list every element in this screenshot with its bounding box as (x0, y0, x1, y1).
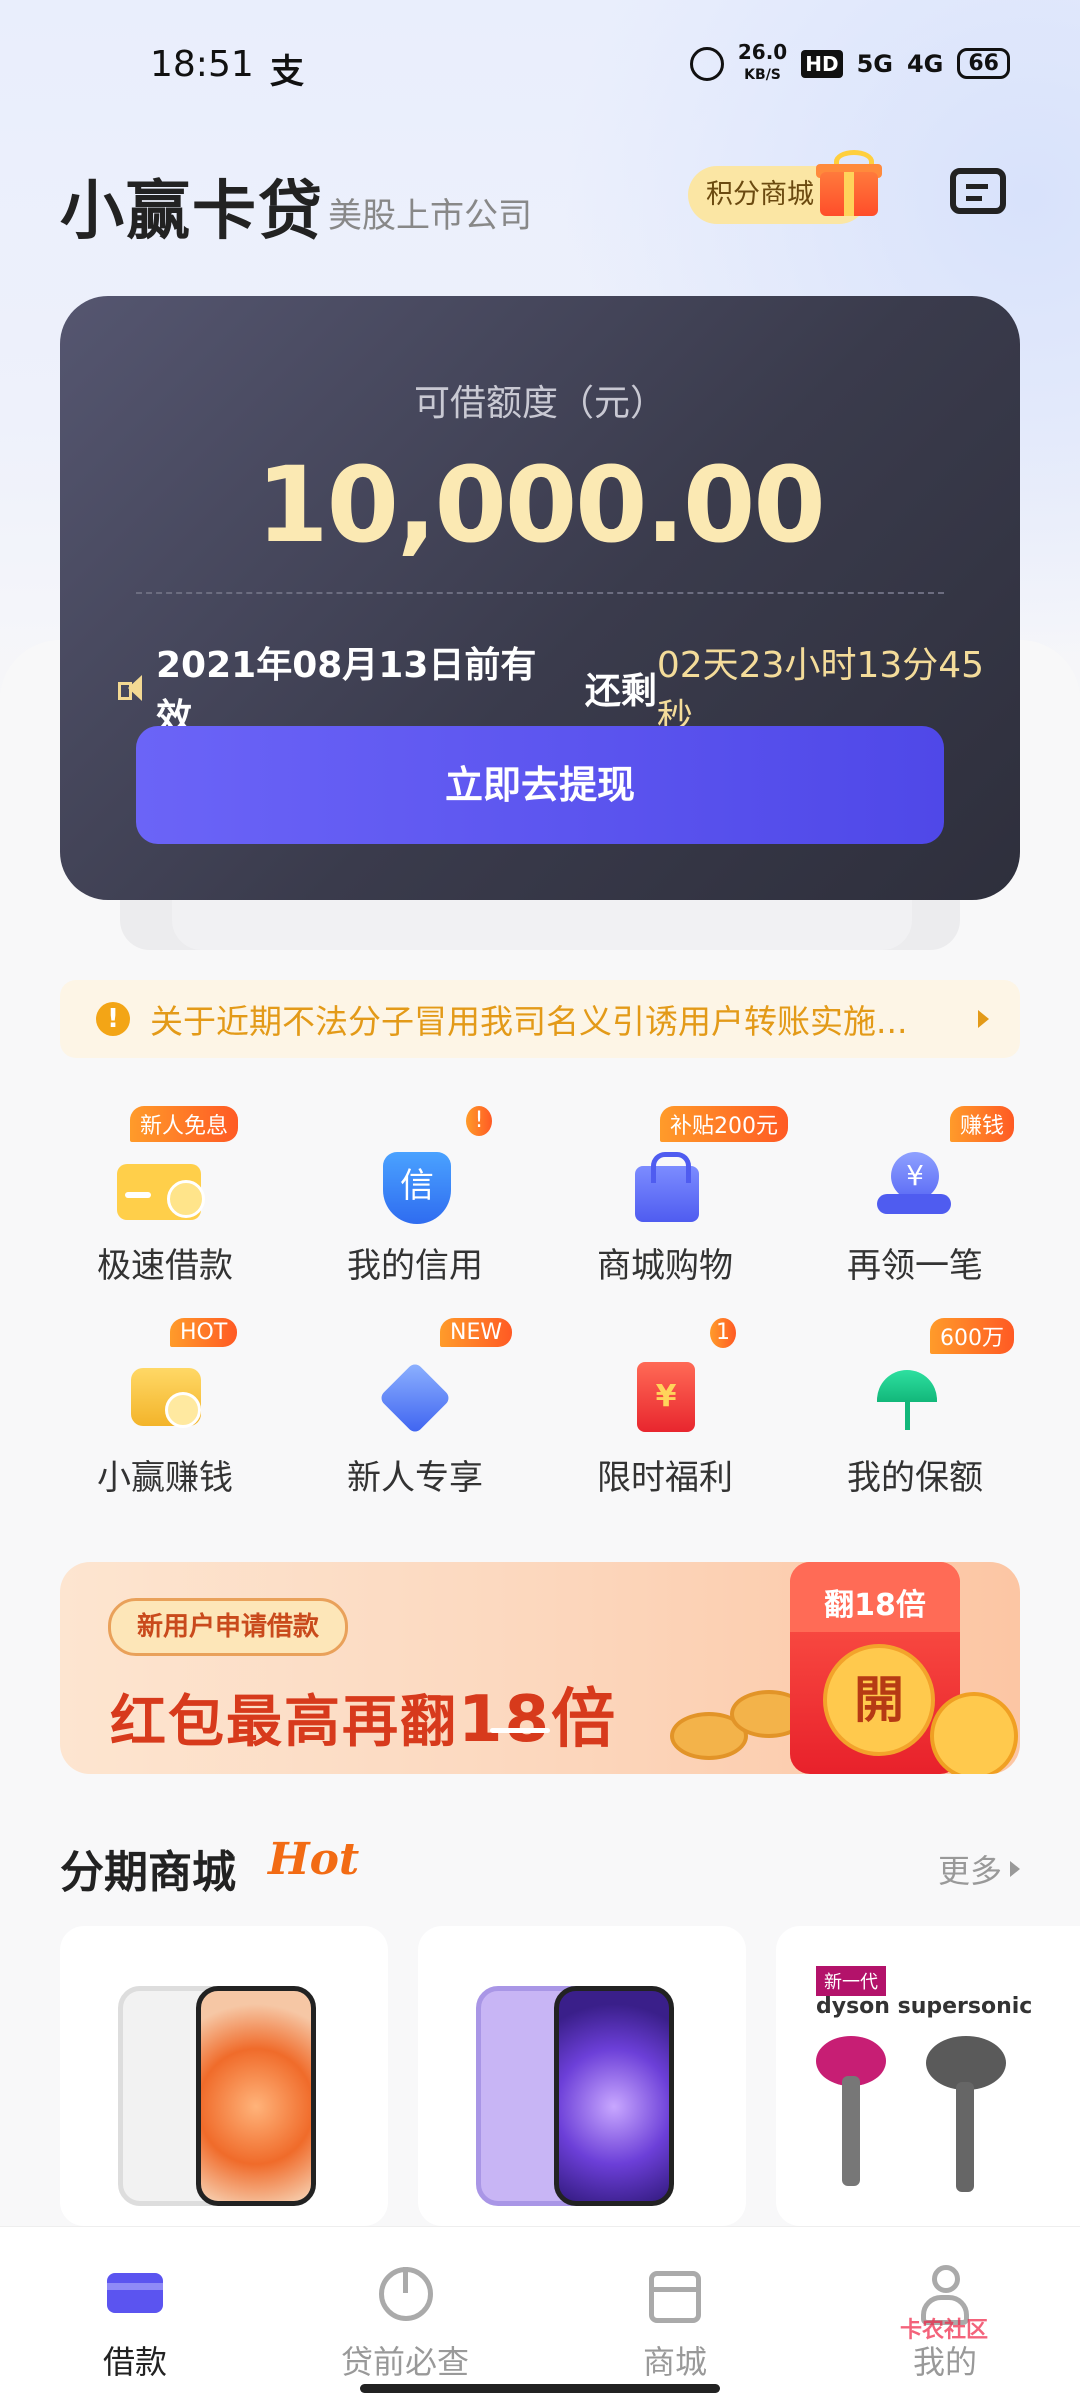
badge-new-free: 新人免息 (130, 1106, 239, 1142)
app-title: 小赢卡贷 (60, 175, 324, 249)
banner-headline: 红包最高再翻18倍 (110, 1668, 617, 1760)
tab-loan[interactable]: 借款 (35, 2265, 235, 2383)
notice-bar[interactable]: ! 关于近期不法分子冒用我司名义引诱用户转账实施... (60, 980, 1020, 1058)
card-icon (107, 2265, 163, 2321)
credit-shield-icon: 信 (365, 1130, 465, 1224)
notice-text: 关于近期不法分子冒用我司名义引诱用户转账实施... (150, 1002, 908, 1041)
signal-4g-icon: 4G (906, 49, 944, 78)
shortcut-mall-shopping[interactable]: 补贴200元 商城购物 (540, 1106, 790, 1300)
withdraw-button[interactable]: 立即去提现 (136, 726, 944, 844)
shortcut-my-credit[interactable]: 信 ! 我的信用 (290, 1106, 540, 1300)
tab-pre-loan-check[interactable]: 贷前必查 (305, 2265, 505, 2383)
badge-new: NEW (440, 1318, 513, 1347)
badge-earn: 赚钱 (950, 1106, 1015, 1142)
phone-front-image (196, 1986, 316, 2206)
app-subtitle: 美股上市公司 (328, 196, 532, 236)
card-stack-shadow-2 (172, 900, 912, 950)
chevron-right-icon (978, 1010, 989, 1028)
shortcut-label: 小赢赚钱 (97, 1458, 233, 1498)
phone-front-image (554, 1986, 674, 2206)
alarm-icon (689, 46, 724, 81)
product-card-dyson[interactable]: 新一代 dyson supersonic (776, 1926, 1080, 2226)
coin-wallet-icon (115, 1342, 215, 1432)
shortcut-borrow-again[interactable]: ¥ 赚钱 再领一笔 (790, 1106, 1040, 1300)
product-brand: dyson supersonic (816, 1994, 1033, 2019)
shortcut-label: 我的保额 (847, 1458, 983, 1498)
shortcut-label: 新人专享 (347, 1458, 483, 1498)
carousel-indicator (490, 1728, 550, 1733)
shopping-bag-icon (615, 1130, 715, 1222)
warning-icon: ! (96, 1002, 130, 1036)
more-link[interactable]: 更多 (938, 1846, 1020, 1892)
wallet-icon (115, 1130, 215, 1220)
banner-pill: 新用户申请借款 (108, 1598, 349, 1656)
yuan-hand-icon: ¥ (865, 1130, 965, 1220)
dryer-handle-image (842, 2076, 860, 2186)
more-label: 更多 (937, 1852, 1002, 1890)
gift-icon[interactable] (816, 150, 882, 218)
product-tag: 新一代 (816, 1966, 886, 1996)
watermark: 卡农社区 (900, 2318, 989, 2343)
shortcut-label: 商城购物 (597, 1246, 733, 1286)
card-divider (136, 592, 944, 594)
section-title: 分期商城 (60, 1847, 236, 1898)
badge-alert: ! (466, 1106, 492, 1136)
badge-hot: HOT (170, 1318, 238, 1347)
hd-icon: HD (801, 49, 843, 78)
shortcut-label: 限时福利 (597, 1458, 733, 1498)
net-speed: 26.0 KB/S (738, 42, 787, 85)
shortcut-earn-money[interactable]: HOT 小赢赚钱 (40, 1318, 290, 1512)
product-card-white-phone[interactable] (60, 1926, 388, 2226)
shortcut-newbie-exclusive[interactable]: NEW 新人专享 (290, 1318, 540, 1512)
banner-headline-text: 红包最高再翻 (110, 1690, 458, 1755)
status-icons: 26.0 KB/S HD 5G 4G 66 (689, 42, 1010, 85)
banner-multiplier: 18倍 (458, 1683, 618, 1757)
valid-date: 2021年08月13日前有效 (156, 645, 537, 738)
store-icon (647, 2265, 703, 2323)
diamond-icon (365, 1342, 465, 1435)
badge-count: 1 (710, 1318, 736, 1348)
shortcut-limited-welfare[interactable]: ¥ 1 限时福利 (540, 1318, 790, 1512)
status-bar: 18:51 支 26.0 KB/S HD 5G 4G 66 (0, 0, 1080, 130)
envelope-seal: 開 (823, 1644, 935, 1756)
countdown: 02天23小时13分45秒 (656, 645, 985, 738)
credit-limit-label: 可借额度（元） (413, 383, 666, 424)
speaker-icon (116, 675, 146, 701)
validity-line: 2021年08月13日前有效 还剩 02天23小时13分45秒 (116, 636, 1020, 740)
promo-banner[interactable]: 新用户申请借款 红包最高再翻18倍 翻18倍 開 (60, 1562, 1020, 1774)
tab-label: 贷前必查 (340, 2343, 469, 2381)
shortcut-label: 我的信用 (347, 1246, 483, 1286)
shortcut-my-coverage[interactable]: 600万 我的保额 (790, 1318, 1040, 1512)
red-envelope-icon: ¥ (615, 1342, 715, 1432)
shortcut-fast-loan[interactable]: 新人免息 极速借款 (40, 1106, 290, 1300)
credit-limit-card: 可借额度（元） 10,000.00 2021年08月13日前有效 还剩 02天2… (60, 296, 1020, 900)
product-card-purple-phone[interactable] (418, 1926, 746, 2226)
net-speed-value: 26.0 (737, 40, 788, 64)
alipay-icon: 支 (270, 52, 304, 92)
shortcut-label: 再领一笔 (847, 1246, 983, 1286)
badge-amount: 600万 (930, 1318, 1014, 1354)
battery-icon: 66 (957, 48, 1010, 79)
gold-coin-icon (930, 1692, 1018, 1774)
remain-prefix: 还剩 (572, 671, 657, 712)
tab-label: 商城 (642, 2343, 707, 2381)
signal-5g-icon: 5G (856, 49, 893, 78)
envelope-title: 翻18倍 (824, 1588, 926, 1623)
message-icon[interactable] (950, 168, 1006, 214)
dryer-handle-image (956, 2082, 974, 2192)
chevron-right-icon (1010, 1861, 1020, 1877)
shortcut-label: 极速借款 (97, 1246, 233, 1286)
tab-mall[interactable]: 商城 (575, 2265, 775, 2383)
net-speed-unit: KB/S (744, 67, 781, 83)
status-time: 18:51 (150, 44, 254, 85)
credit-limit-amount: 10,000.00 (256, 444, 826, 566)
tab-label: 借款 (102, 2343, 167, 2381)
pie-chart-icon (377, 2265, 433, 2321)
section-hot-tag: Hot (268, 1834, 360, 1885)
badge-subsidy: 补贴200元 (660, 1106, 788, 1142)
home-indicator[interactable] (360, 2384, 720, 2393)
umbrella-icon (865, 1342, 965, 1432)
